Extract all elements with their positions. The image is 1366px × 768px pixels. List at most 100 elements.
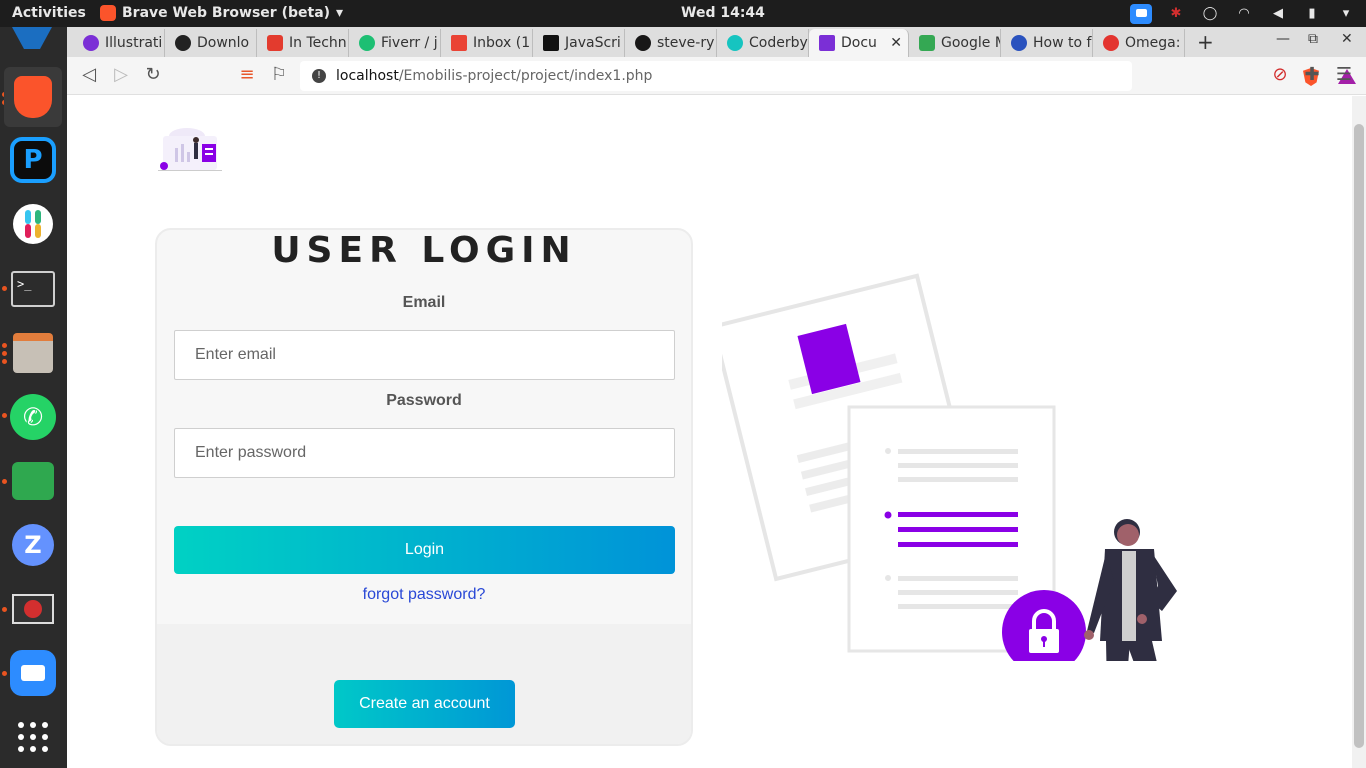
zulip-icon: Z [12,524,54,566]
brave-lion-icon [14,76,52,118]
favicon-icon [1011,35,1027,51]
favicon-icon [267,35,283,51]
site-info-icon[interactable]: ! [312,69,326,83]
running-indicator [2,671,7,676]
tab-label: How to f [1033,35,1092,51]
tab-google-meet[interactable]: Google M [909,29,1001,57]
email-field[interactable] [174,330,675,380]
tab-omega[interactable]: Omega: [1093,29,1185,57]
password-label: Password [386,392,462,409]
address-bar[interactable]: ! localhost/Emobilis-project/project/ind… [300,61,1356,91]
running-indicator [2,607,7,612]
login-title: USER LOGIN [271,230,577,271]
zoom-dock-icon[interactable] [9,649,57,697]
chevron-down-icon[interactable]: ▾ [1336,5,1356,23]
vscode-icon[interactable] [12,27,52,49]
email-label: Email [402,294,446,311]
forgot-password-link[interactable]: forgot password? [157,586,691,604]
forward-icon[interactable]: ▷ [111,65,131,85]
scrollbar-thumb[interactable] [1354,124,1364,748]
reload-icon[interactable]: ↻ [143,65,163,85]
p-icon: P [10,137,56,183]
tab-label: Illustrati [105,35,163,51]
system-tray[interactable]: ✱ ◯ ◠ ◀ ▮ ▾ [1130,4,1356,24]
tab-label: Omega: [1125,35,1181,51]
tab-illustration[interactable]: Illustrati [73,29,165,57]
tab-github[interactable]: steve-ry [625,29,717,57]
wifi-icon[interactable]: ◠ [1234,5,1254,23]
whatsapp-dock-icon[interactable]: ✆ [9,393,57,441]
app-menu[interactable]: Brave Web Browser (beta) ▾ [100,5,343,21]
tab-document-active[interactable]: Docu ✕ [809,29,909,57]
tab-in-technology[interactable]: In Techn [257,29,349,57]
reader-mode-icon[interactable]: ≡ [237,65,257,85]
tab-how-to[interactable]: How to f [1001,29,1093,57]
volume-icon[interactable]: ◀ [1268,5,1288,23]
tab-gmail-inbox[interactable]: Inbox (1 [441,29,533,57]
back-icon[interactable]: ◁ [79,65,99,85]
card-footer: Create an account [157,624,691,744]
tab-download[interactable]: Downlo [165,29,257,57]
chat-bubble-icon [12,462,54,500]
secure-login-illustration [722,273,1177,661]
tab-label: Downlo [197,35,250,51]
show-applications-button[interactable] [9,713,57,761]
slack-icon [13,204,53,244]
url-host: localhost [336,68,399,84]
tab-strip: Illustrati Downlo In Techn Fiverr / j In… [67,27,1366,57]
tab-fiverr[interactable]: Fiverr / j [349,29,441,57]
favicon-icon [1103,35,1119,51]
url-path: /Emobilis-project/project/index1.php [398,68,653,84]
chat-dock-icon[interactable] [9,457,57,505]
activities-button[interactable]: Activities [12,5,86,21]
password-field[interactable] [174,428,675,478]
chevron-down-icon: ▾ [336,5,344,21]
minimize-icon[interactable]: — [1276,31,1290,47]
close-window-icon[interactable]: ✕ [1341,31,1353,47]
battery-icon[interactable]: ▮ [1302,5,1322,23]
favicon-icon [727,35,743,51]
tab-coderbyte[interactable]: Coderby [717,29,809,57]
tab-javascript[interactable]: JavaScri [533,29,625,57]
brave-dock-icon[interactable] [4,67,62,127]
file-cabinet-icon [13,333,53,373]
zoom-tray-icon[interactable] [1130,4,1152,24]
create-account-button[interactable]: Create an account [334,680,515,728]
page-scrollbar[interactable] [1352,96,1366,768]
slack-dock-icon[interactable] [9,200,57,248]
brave-icon [100,5,116,21]
login-card: USER LOGIN Email Password Login forgot p… [155,228,693,746]
system-top-bar: Activities Brave Web Browser (beta) ▾ We… [0,0,1366,27]
running-indicator [2,343,7,348]
blocked-app-dock-icon[interactable] [9,585,57,633]
terminal-dock-icon[interactable]: >_ [9,265,57,313]
files-dock-icon[interactable] [9,329,57,377]
login-button[interactable]: Login [174,526,675,574]
running-indicator [2,359,7,364]
close-tab-icon[interactable]: ✕ [890,35,902,51]
tab-label: Google M [941,35,1001,51]
clock[interactable]: Wed 14:44 [681,5,765,21]
bookmark-icon[interactable]: ⚐ [269,65,289,85]
restore-icon[interactable]: ⧉ [1308,31,1318,47]
page-viewport: USER LOGIN Email Password Login forgot p… [67,96,1352,768]
blocked-extension-icon[interactable]: ⊘ [1270,65,1290,85]
running-indicator [2,413,7,418]
app-menu-label: Brave Web Browser (beta) [122,5,331,21]
no-entry-icon [12,594,54,624]
tab-label: Docu [841,35,877,51]
new-tab-button[interactable]: + [1197,30,1214,54]
favicon-icon [83,35,99,51]
whatsapp-icon: ✆ [10,394,56,440]
zulip-dock-icon[interactable]: Z [9,521,57,569]
favicon-icon [359,35,375,51]
favicon-icon [175,35,191,51]
hamburger-menu-icon[interactable]: ☰ [1334,65,1354,85]
whatsapp-tray-icon[interactable]: ◯ [1200,5,1220,23]
tab-label: JavaScri [565,35,621,51]
favicon-icon [819,35,835,51]
p-app-dock-icon[interactable]: P [9,136,57,184]
extensions-puzzle-icon[interactable]: ✚ [1302,65,1322,85]
bug-tray-icon[interactable]: ✱ [1166,5,1186,23]
site-logo[interactable] [155,122,225,174]
